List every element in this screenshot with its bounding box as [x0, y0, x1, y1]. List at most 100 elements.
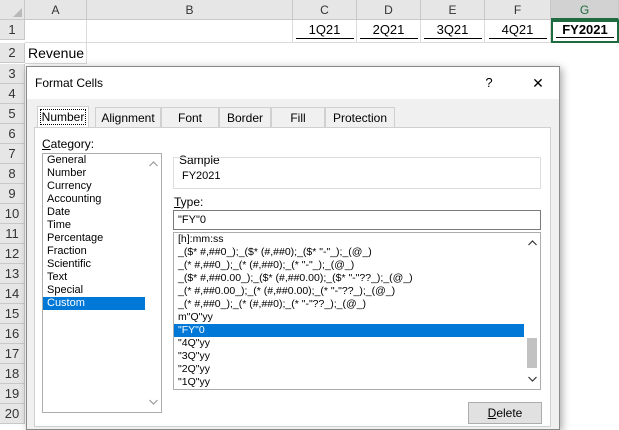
category-accounting[interactable]: Accounting	[43, 193, 161, 206]
row-header-2[interactable]: 2	[0, 43, 25, 63]
format-list-scroll-thumb[interactable]	[527, 338, 537, 368]
cell-c1[interactable]: 1Q21	[293, 20, 357, 43]
sample-value: FY2021	[182, 170, 221, 182]
category-list[interactable]: General Number Currency Accounting Date …	[42, 153, 162, 413]
format-item[interactable]: "2Q"yy	[174, 363, 524, 376]
format-code-list[interactable]: [h]:mm:ss _($* #,##0_);_($* (#,##0);_($*…	[173, 232, 541, 390]
tab-border[interactable]: Border	[219, 107, 271, 128]
column-header-e[interactable]: E	[421, 0, 485, 20]
category-label-accesskey: C	[42, 137, 51, 151]
column-header-d[interactable]: D	[357, 0, 421, 20]
category-special[interactable]: Special	[43, 284, 161, 297]
format-item[interactable]: _(* #,##0_);_(* (#,##0);_(* "-"??_);_(@_…	[174, 298, 524, 311]
format-item[interactable]: "4Q"yy	[174, 337, 524, 350]
delete-button-text: elete	[496, 406, 523, 420]
row-header-14[interactable]: 14	[0, 284, 25, 304]
type-input[interactable]: "FY"0	[173, 210, 541, 230]
cell-e1-value: 3Q21	[423, 21, 482, 39]
row-header-6[interactable]: 6	[0, 124, 25, 144]
row-header-17[interactable]: 17	[0, 344, 25, 364]
cell-a2[interactable]: Revenue	[25, 43, 87, 64]
cell-c1-value: 1Q21	[295, 21, 354, 39]
category-fraction[interactable]: Fraction	[43, 245, 161, 258]
category-date[interactable]: Date	[43, 206, 161, 219]
category-currency[interactable]: Currency	[43, 180, 161, 193]
format-item[interactable]: _(* #,##0_);_(* (#,##0);_(* "-"_);_(@_)	[174, 259, 524, 272]
category-custom[interactable]: Custom	[43, 297, 161, 310]
row-header-19[interactable]: 19	[0, 384, 25, 404]
cell-g1-value: FY2021	[556, 22, 614, 38]
row-header-9[interactable]: 9	[0, 184, 25, 204]
sample-box: FY2021	[173, 157, 541, 189]
format-item[interactable]: [h]:mm:ss	[174, 233, 524, 246]
cell-d1-value: 2Q21	[359, 21, 418, 39]
row-header-15[interactable]: 15	[0, 304, 25, 324]
category-number[interactable]: Number	[43, 167, 161, 180]
row-header-4[interactable]: 4	[0, 84, 25, 104]
format-item[interactable]: _($* #,##0_);_($* (#,##0);_($* "-"_);_(@…	[174, 246, 524, 259]
help-button[interactable]: ?	[477, 73, 501, 93]
dialog-title: Format Cells	[35, 76, 104, 90]
row-header-3[interactable]: 3	[0, 64, 25, 84]
format-item[interactable]: _(* #,##0.00_);_(* (#,##0.00);_(* "-"??_…	[174, 285, 524, 298]
type-label-text: ype:	[180, 195, 204, 209]
column-header-g[interactable]: G	[551, 0, 619, 20]
column-header-a[interactable]: A	[25, 0, 87, 20]
tab-alignment[interactable]: Alignment	[95, 107, 161, 128]
cell-b1[interactable]	[87, 20, 293, 43]
chevron-up-icon-glyph	[527, 240, 537, 246]
delete-button[interactable]: Delete	[468, 402, 542, 424]
type-label: Type:	[174, 195, 203, 209]
category-percentage[interactable]: Percentage	[43, 232, 161, 245]
category-general[interactable]: General	[43, 154, 161, 167]
cell-e1[interactable]: 3Q21	[421, 20, 485, 43]
type-label-accesskey: T	[174, 195, 181, 209]
row-header-11[interactable]: 11	[0, 224, 25, 244]
row-header-20[interactable]: 20	[0, 404, 25, 424]
chevron-down-icon-glyph	[527, 376, 537, 382]
row-header-13[interactable]: 13	[0, 264, 25, 284]
row-header-1[interactable]: 1	[0, 20, 25, 40]
category-time[interactable]: Time	[43, 219, 161, 232]
format-item[interactable]: m"Q"yy	[174, 311, 524, 324]
chevron-up-icon-glyph	[148, 161, 158, 167]
category-label: Category:	[42, 137, 94, 151]
format-item[interactable]: _($* #,##0.00_);_($* (#,##0.00);_($* "-"…	[174, 272, 524, 285]
format-item[interactable]: "3Q"yy	[174, 350, 524, 363]
column-header-f[interactable]: F	[485, 0, 551, 20]
cell-g1-selected[interactable]: FY2021	[551, 20, 619, 43]
chevron-up-icon[interactable]	[524, 235, 540, 251]
format-item-selected[interactable]: "FY"0	[174, 324, 524, 337]
row-header-18[interactable]: 18	[0, 364, 25, 384]
tab-fill[interactable]: Fill	[271, 107, 325, 128]
format-list-scrollbar[interactable]	[524, 233, 540, 389]
column-header-c[interactable]: C	[293, 0, 357, 20]
column-header-b[interactable]: B	[87, 0, 293, 20]
row-header-7[interactable]: 7	[0, 144, 25, 164]
chevron-down-icon[interactable]	[145, 394, 161, 410]
category-text[interactable]: Text	[43, 271, 161, 284]
cell-f1[interactable]: 4Q21	[485, 20, 551, 43]
category-scrollbar[interactable]	[145, 154, 161, 412]
category-scientific[interactable]: Scientific	[43, 258, 161, 271]
tab-number[interactable]: Number	[37, 106, 89, 128]
dialog-titlebar[interactable]: Format Cells ? ✕	[27, 67, 559, 99]
format-item[interactable]: "1Q"yy	[174, 376, 524, 389]
select-all-button[interactable]	[0, 0, 25, 20]
tab-protection[interactable]: Protection	[325, 107, 395, 128]
category-label-text: ategory:	[50, 137, 95, 151]
close-button[interactable]: ✕	[525, 73, 551, 93]
row-header-8[interactable]: 8	[0, 164, 25, 184]
chevron-down-icon[interactable]	[524, 371, 540, 387]
row-header-10[interactable]: 10	[0, 204, 25, 224]
tab-font[interactable]: Font	[161, 107, 219, 128]
cell-f1-value: 4Q21	[488, 21, 547, 39]
row-header-12[interactable]: 12	[0, 244, 25, 264]
cell-a1[interactable]	[25, 20, 87, 43]
format-cells-dialog: Format Cells ? ✕ Number Alignment Font B…	[26, 66, 560, 430]
row-header-16[interactable]: 16	[0, 324, 25, 344]
delete-button-accesskey: D	[487, 406, 497, 420]
cell-d1[interactable]: 2Q21	[357, 20, 421, 43]
row-header-5[interactable]: 5	[0, 104, 25, 124]
chevron-up-icon[interactable]	[145, 156, 161, 172]
